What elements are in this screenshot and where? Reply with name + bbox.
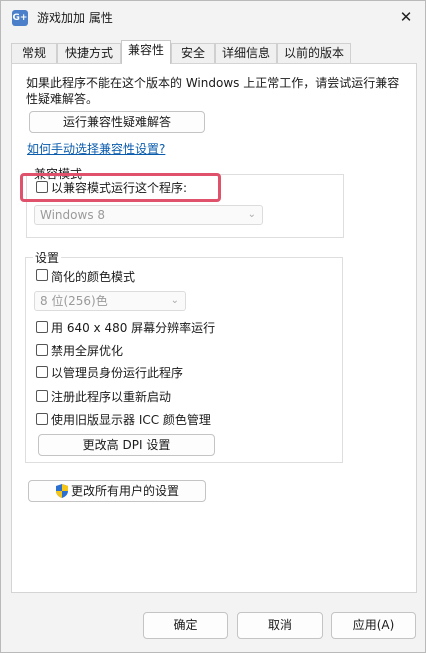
tab-security[interactable]: 安全 bbox=[171, 43, 215, 63]
color-depth-select: 8 位(256)色 ⌄ bbox=[34, 291, 186, 311]
apply-button[interactable]: 应用(A) bbox=[331, 612, 416, 639]
fullscreen-opt-label: 禁用全屏优化 bbox=[51, 344, 124, 358]
close-icon: ✕ bbox=[399, 8, 413, 26]
change-all-users-label: 更改所有用户的设置 bbox=[70, 484, 179, 498]
legacy-icc-checkbox[interactable] bbox=[36, 413, 48, 425]
chevron-down-icon: ⌄ bbox=[247, 209, 256, 220]
compat-mode-checkbox-label: 以兼容模式运行这个程序: bbox=[51, 181, 188, 195]
register-restart-checkbox[interactable] bbox=[36, 390, 48, 402]
reduced-color-label: 简化的颜色模式 bbox=[51, 270, 136, 284]
manual-compat-link[interactable]: 如何手动选择兼容性设置? bbox=[27, 140, 165, 157]
cancel-button[interactable]: 取消 bbox=[237, 612, 323, 639]
os-version-value: Windows 8 bbox=[40, 208, 106, 222]
ok-button[interactable]: 确定 bbox=[143, 612, 228, 639]
reduced-color-checkbox[interactable] bbox=[36, 269, 48, 281]
run-as-admin-checkbox[interactable] bbox=[36, 366, 48, 378]
change-all-users-button[interactable]: 更改所有用户的设置 bbox=[28, 480, 206, 502]
window-title: 游戏加加 属性 bbox=[37, 11, 113, 25]
close-button[interactable]: ✕ bbox=[391, 3, 421, 31]
chevron-down-icon: ⌄ bbox=[170, 295, 179, 306]
resolution-checkbox[interactable] bbox=[36, 321, 48, 333]
title-bar: G+ 游戏加加 属性 ✕ bbox=[1, 1, 425, 35]
settings-label: 设置 bbox=[33, 249, 62, 266]
run-troubleshooter-button[interactable]: 运行兼容性疑难解答 bbox=[29, 111, 205, 133]
os-version-select: Windows 8 ⌄ bbox=[34, 205, 263, 225]
uac-shield-icon bbox=[56, 484, 68, 498]
app-icon: G+ bbox=[12, 10, 28, 26]
tab-previous-versions[interactable]: 以前的版本 bbox=[277, 43, 351, 63]
tab-compatibility[interactable]: 兼容性 bbox=[121, 40, 171, 64]
compat-mode-checkbox[interactable] bbox=[36, 181, 48, 193]
fullscreen-opt-checkbox[interactable] bbox=[36, 344, 48, 356]
compat-description: 如果此程序不能在这个版本的 Windows 上正常工作，请尝试运行兼容性疑难解答… bbox=[26, 76, 400, 106]
settings-group bbox=[25, 257, 343, 463]
tab-details[interactable]: 详细信息 bbox=[215, 43, 277, 63]
legacy-icc-label: 使用旧版显示器 ICC 颜色管理 bbox=[51, 413, 211, 427]
resolution-label: 用 640 x 480 屏幕分辨率运行 bbox=[51, 321, 216, 335]
register-restart-label: 注册此程序以重新启动 bbox=[51, 390, 172, 404]
tab-bar: 常规 快捷方式 兼容性 安全 详细信息 以前的版本 bbox=[11, 40, 417, 64]
properties-window: G+ 游戏加加 属性 ✕ 常规 快捷方式 兼容性 安全 详细信息 以前的版本 如… bbox=[0, 0, 426, 653]
color-depth-value: 8 位(256)色 bbox=[40, 294, 108, 308]
run-as-admin-label: 以管理员身份运行此程序 bbox=[51, 366, 184, 380]
change-dpi-button[interactable]: 更改高 DPI 设置 bbox=[38, 434, 215, 456]
tab-shortcut[interactable]: 快捷方式 bbox=[57, 43, 121, 63]
tab-general[interactable]: 常规 bbox=[11, 43, 57, 63]
